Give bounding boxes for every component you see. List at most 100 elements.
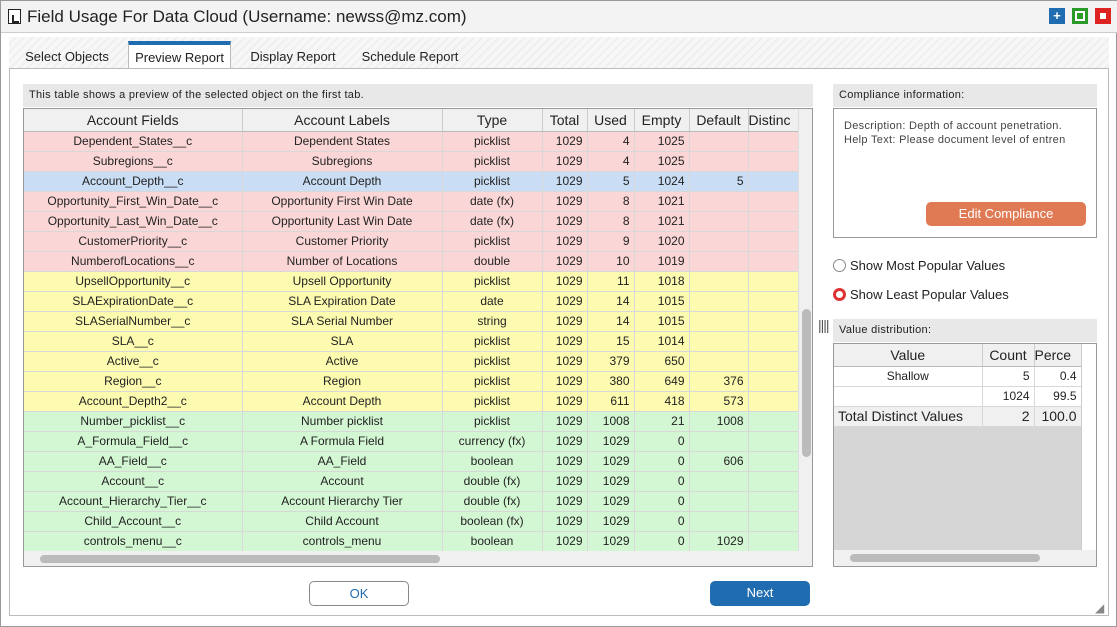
plus-icon[interactable]: + xyxy=(1049,8,1065,24)
table-row[interactable]: Shallow 5 0.4 xyxy=(834,366,1082,387)
table-row[interactable]: Subregions__c Subregions picklist 1029 4 1025 xyxy=(24,151,800,172)
cell: 4 xyxy=(587,151,635,172)
cell: 1021 xyxy=(634,211,690,232)
cell: controls_menu xyxy=(242,531,443,552)
column-header[interactable]: Count xyxy=(982,344,1035,367)
radio-icon[interactable] xyxy=(833,259,846,272)
next-button[interactable]: Next xyxy=(710,581,810,606)
table-row[interactable]: Account_Depth__c Account Depth picklist 102… xyxy=(24,171,800,192)
vertical-scrollbar[interactable] xyxy=(1081,344,1096,566)
cell xyxy=(748,491,800,512)
cell: boolean xyxy=(442,531,543,552)
table-row[interactable]: SLASerialNumber__c SLA Serial Number strin… xyxy=(24,311,800,332)
horizontal-scrollbar[interactable] xyxy=(834,550,1096,566)
cell: 1029 xyxy=(587,471,635,492)
table-row[interactable]: AA_Field__c AA_Field boolean 1029 1029 0 606 xyxy=(24,451,800,472)
radio-most-popular[interactable]: Show Most Popular Values xyxy=(833,258,1005,273)
ok-button[interactable]: OK xyxy=(309,581,409,606)
cell xyxy=(748,211,800,232)
column-header[interactable]: Total xyxy=(542,109,588,132)
tab-preview-report[interactable]: Preview Report xyxy=(128,41,231,69)
cell: Account Hierarchy Tier xyxy=(242,491,443,512)
cell: 1029 xyxy=(542,471,588,492)
table-row[interactable]: A_Formula_Field__c A Formula Field currenc… xyxy=(24,431,800,452)
cell xyxy=(748,131,800,152)
column-header[interactable]: Perce xyxy=(1034,344,1082,367)
column-header[interactable]: Account Fields xyxy=(24,109,243,132)
maximize-icon[interactable] xyxy=(1072,8,1088,24)
close-icon[interactable] xyxy=(1095,8,1111,24)
tab-schedule-report[interactable]: Schedule Report xyxy=(355,41,465,69)
cell xyxy=(748,251,800,272)
table-row[interactable]: NumberofLocations__c Number of Locations d… xyxy=(24,251,800,272)
column-header[interactable]: Value xyxy=(834,344,983,367)
cell: Subregions xyxy=(242,151,443,172)
table-row[interactable]: Child_Account__c Child Account boolean (fx… xyxy=(24,511,800,532)
splitter-handle[interactable]: |||| xyxy=(818,317,830,333)
vertical-scrollbar[interactable] xyxy=(798,109,812,551)
table-row[interactable]: Account_Hierarchy_Tier__c Account Hierarc… xyxy=(24,491,800,512)
cell xyxy=(748,191,800,212)
table-row[interactable]: Active__c Active picklist 1029 379 650 xyxy=(24,351,800,372)
cell xyxy=(689,491,749,512)
cell: 606 xyxy=(689,451,749,472)
column-header[interactable]: Account Labels xyxy=(242,109,443,132)
preview-table: Account Fields Account Labels Type Total Use… xyxy=(23,108,813,567)
cell: 1029 xyxy=(689,531,749,552)
table-row[interactable]: Opportunity_Last_Win_Date__c Opportunity … xyxy=(24,211,800,232)
cell: boolean (fx) xyxy=(442,511,543,532)
distribution-header: Value distribution: xyxy=(833,319,1097,342)
column-header[interactable]: Empty xyxy=(634,109,690,132)
table-row[interactable]: CustomerPriority__c Customer Priority pick… xyxy=(24,231,800,252)
cell: picklist xyxy=(442,271,543,292)
cell: 1020 xyxy=(634,231,690,252)
cell: double xyxy=(442,251,543,272)
cell xyxy=(689,511,749,532)
cell: boolean xyxy=(442,451,543,472)
horizontal-scrollbar[interactable] xyxy=(24,551,812,566)
cell: 1021 xyxy=(634,191,690,212)
scroll-thumb[interactable] xyxy=(802,309,811,457)
cell: Opportunity_First_Win_Date__c xyxy=(24,191,243,212)
cell: 418 xyxy=(634,391,690,412)
cell: 1029 xyxy=(542,351,588,372)
table-row[interactable]: Account_Depth2__c Account Depth picklist 10… xyxy=(24,391,800,412)
cell: UpsellOpportunity__c xyxy=(24,271,243,292)
cell: Account__c xyxy=(24,471,243,492)
cell: picklist xyxy=(442,151,543,172)
table-row[interactable]: SLAExpirationDate__c SLA Expiration Date d… xyxy=(24,291,800,312)
tab-bar: Select Objects Preview Report Display Re… xyxy=(9,37,1109,69)
cell: Customer Priority xyxy=(242,231,443,252)
cell: Active__c xyxy=(24,351,243,372)
radio-checked-icon[interactable] xyxy=(833,288,846,301)
column-header[interactable]: Used xyxy=(587,109,635,132)
column-header[interactable]: Type xyxy=(442,109,543,132)
column-header[interactable]: Distinc xyxy=(748,109,800,132)
resize-grip-icon[interactable]: ◢ xyxy=(1095,601,1104,615)
table-row[interactable]: Region__c Region picklist 1029 380 649 376 xyxy=(24,371,800,392)
table-row[interactable]: Opportunity_First_Win_Date__c Opportunity… xyxy=(24,191,800,212)
radio-label: Show Most Popular Values xyxy=(850,258,1006,273)
cell: date (fx) xyxy=(442,211,543,232)
tab-select-objects[interactable]: Select Objects xyxy=(15,41,119,69)
table-row[interactable]: Dependent_States__c Dependent States pickl… xyxy=(24,131,800,152)
radio-least-popular[interactable]: Show Least Popular Values xyxy=(833,287,1009,302)
cell xyxy=(689,351,749,372)
cell: 1029 xyxy=(542,151,588,172)
cell xyxy=(748,371,800,392)
table-row[interactable]: controls_menu__c controls_menu boolean 1029… xyxy=(24,531,800,552)
table-row[interactable]: SLA__c SLA picklist 1029 15 1014 xyxy=(24,331,800,352)
tab-display-report[interactable]: Display Report xyxy=(241,41,345,69)
cell xyxy=(689,291,749,312)
cell: 14 xyxy=(587,311,635,332)
table-row[interactable]: Number_picklist__c Number picklist picklis… xyxy=(24,411,800,432)
scroll-thumb[interactable] xyxy=(850,554,1040,562)
scroll-thumb[interactable] xyxy=(40,555,440,563)
cell: string xyxy=(442,311,543,332)
edit-compliance-button[interactable]: Edit Compliance xyxy=(926,202,1086,226)
column-header[interactable]: Default xyxy=(689,109,749,132)
table-row[interactable]: Account__c Account double (fx) 1029 1029 0 xyxy=(24,471,800,492)
table-row[interactable]: UpsellOpportunity__c Upsell Opportunity pi… xyxy=(24,271,800,292)
table-row[interactable]: 1024 99.5 xyxy=(834,386,1082,407)
compliance-help-text: Help Text: Please document level of entr… xyxy=(844,134,1066,146)
